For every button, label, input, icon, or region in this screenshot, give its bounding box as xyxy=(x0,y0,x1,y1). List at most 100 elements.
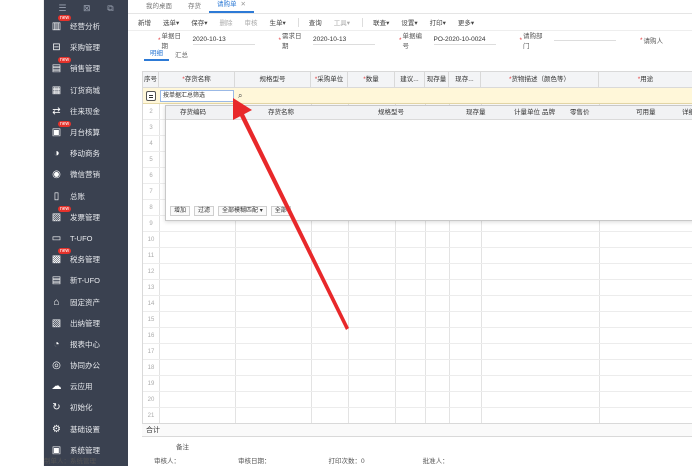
popup-header-cell[interactable]: 详细 xyxy=(682,106,692,120)
table-row-line xyxy=(143,391,692,392)
sidebar-item[interactable]: ▦ 订货商城 xyxy=(44,80,128,101)
toolbar-button[interactable]: 选单▾ xyxy=(163,17,179,27)
sidebar-item[interactable]: ▩ new 税务管理 xyxy=(44,248,128,270)
inventory-name-input[interactable]: 按单据汇总筛选 xyxy=(160,90,234,102)
toolbar-button[interactable]: 审核 xyxy=(245,17,258,27)
need-date-field[interactable]: * 需求日期 2020-10-13 xyxy=(279,30,375,50)
grid-header-cell[interactable]: *数量 xyxy=(348,72,395,88)
tab-summary[interactable]: 汇总 xyxy=(169,49,194,61)
toolbar-button[interactable]: 更多▾ xyxy=(458,17,474,27)
sidebar-item[interactable]: ▨ new 发票管理 xyxy=(44,205,128,228)
sidebar-item-label: 出纳管理 xyxy=(70,318,100,328)
grid-header-label: 用途 xyxy=(640,76,654,83)
popup-header-cell[interactable]: 品牌 xyxy=(542,106,555,120)
toolbar-button-label: 查询 xyxy=(308,20,322,27)
popup-header-cell[interactable]: 规格型号 xyxy=(378,106,404,120)
sidebar-item[interactable]: ⚙ 基础设置 xyxy=(44,419,128,440)
sidebar-item[interactable]: ◉ 微信营销 xyxy=(44,164,128,185)
toolbar-button[interactable]: 删除 xyxy=(220,17,233,27)
grid-header-cell[interactable]: *货物描述（颜色等） xyxy=(481,72,599,88)
new-badge: new xyxy=(58,57,72,64)
date-field[interactable]: * 单据日期 2020-10-13 xyxy=(158,30,255,50)
required-mark: * xyxy=(158,36,161,44)
dept-field[interactable]: * 请购部门 xyxy=(520,30,616,50)
row-editor-icon[interactable] xyxy=(146,91,156,101)
remark-label[interactable]: 备注 xyxy=(176,441,189,451)
row-number: 12 xyxy=(147,269,155,275)
sidebar-item[interactable]: ▣ new 月台核算 xyxy=(44,120,128,143)
row-number: 7 xyxy=(149,189,153,195)
tab-purchase-request[interactable]: 请购单 ✕ xyxy=(209,0,254,13)
sidebar-item[interactable]: ⌂ 固定资产 xyxy=(44,291,128,312)
toolbar-button[interactable]: 联查▾ xyxy=(373,17,389,27)
tab-detail[interactable]: 明细 xyxy=(144,47,169,61)
filter-button[interactable]: 过滤 xyxy=(194,206,215,216)
sidebar-item[interactable]: ◎ 协同办公 xyxy=(44,355,128,376)
sidebar-item[interactable]: ☁ 云应用 xyxy=(44,376,128,397)
sidebar-item[interactable]: ↻ 初始化 xyxy=(44,397,128,418)
grid-icon[interactable]: ⊠ xyxy=(83,3,91,14)
sidebar-top-bar: ☰ ⊠ ⧉ xyxy=(44,0,128,16)
popup-header-cell[interactable]: 存货编码 xyxy=(180,106,206,120)
grid-header-label: 现存量 xyxy=(426,76,447,83)
popup-header-cell[interactable]: 零售价 xyxy=(570,106,590,120)
chevron-down-icon: ▾ xyxy=(259,208,263,214)
toolbar-button-label: 打印 xyxy=(429,20,443,27)
detail-tabs: 明细 汇总 xyxy=(128,49,692,61)
page-tabs: 我的桌面 存货 请购单 ✕ xyxy=(128,0,692,14)
popup-header-cell[interactable]: 可用量 xyxy=(636,106,656,120)
grid-header-cell[interactable]: 现存量 xyxy=(425,72,449,88)
sidebar-item[interactable]: ▤ new 销售管理 xyxy=(44,57,128,79)
menu-icon[interactable]: ☰ xyxy=(58,3,66,14)
table-row-editing[interactable]: 按单据汇总筛选 ⌕ xyxy=(143,88,692,104)
dept-value[interactable] xyxy=(554,39,616,41)
sidebar-item[interactable]: ▭ T-UFO xyxy=(44,228,128,249)
sales-icon: ▤ xyxy=(51,63,62,75)
grid-header-cell[interactable]: 序号 xyxy=(143,72,159,88)
toolbar-button[interactable]: 查询 xyxy=(309,17,322,27)
sidebar-item[interactable]: ▯ 总账 xyxy=(44,186,128,207)
date-value[interactable]: 2020-10-13 xyxy=(192,36,255,45)
table-row-line xyxy=(143,407,692,408)
tab-label: 请购单 xyxy=(217,1,237,8)
grid-header-cell[interactable]: 现存... xyxy=(449,72,481,88)
toolbar-button[interactable]: 生单▾ xyxy=(270,17,286,27)
match-mode-select[interactable]: 全部模糊匹配 ▾ xyxy=(218,206,267,216)
sidebar-item[interactable]: ⇄ 往来现金 xyxy=(44,101,128,122)
toolbar-button[interactable]: 保存▾ xyxy=(191,17,207,27)
doc-no-field[interactable]: * 单据编号 PO-2020-10-0024 xyxy=(399,30,496,50)
sidebar-item[interactable]: ▧ 出纳管理 xyxy=(44,313,128,334)
need-date-value[interactable]: 2020-10-13 xyxy=(313,36,375,45)
grid-header-cell[interactable]: 建议... xyxy=(395,72,425,88)
popup-header-cell[interactable]: 计量单位 xyxy=(514,106,540,120)
collab-icon: ◎ xyxy=(52,360,61,372)
sidebar-item[interactable]: ▥ new 经营分析 xyxy=(44,15,128,37)
grid-header-cell[interactable]: 规格型号 xyxy=(235,72,311,88)
sidebar-item[interactable]: ◔ 报表中心 xyxy=(44,334,128,355)
popup-header-cell[interactable]: 存货名称 xyxy=(268,106,294,120)
mall-icon: ▦ xyxy=(51,84,62,96)
all-button[interactable]: 全部 xyxy=(270,206,291,216)
window-icon[interactable]: ⧉ xyxy=(107,3,113,14)
toolbar-button[interactable]: 设置▾ xyxy=(401,17,417,27)
add-button[interactable]: 增加 xyxy=(170,206,191,216)
sidebar-item[interactable]: ⊟ 采购管理 xyxy=(44,37,128,58)
grid-header-cell[interactable]: *存货名称 xyxy=(159,72,235,88)
table-row-line xyxy=(143,343,692,344)
person-field[interactable]: * 请购人 xyxy=(640,35,668,46)
toolbar-button[interactable]: 新增 xyxy=(138,17,151,27)
tab-desktop[interactable]: 我的桌面 xyxy=(138,0,180,13)
wechat-icon: ◉ xyxy=(52,169,61,181)
sidebar-item[interactable]: ◑ 移动商务 xyxy=(44,143,128,164)
toolbar-button[interactable]: 工具▾ xyxy=(334,17,350,27)
table-row-line xyxy=(143,295,692,296)
toolbar-button[interactable]: 打印▾ xyxy=(430,17,446,27)
tab-inventory[interactable]: 存货 xyxy=(180,0,209,13)
grid-header-cell[interactable]: *用途 xyxy=(599,72,692,88)
popup-header-cell[interactable]: 现存量 xyxy=(466,106,486,120)
grid-header-cell[interactable]: *采购单位 xyxy=(311,72,348,88)
sidebar-item[interactable]: ▤ 新T-UFO xyxy=(44,270,128,291)
search-icon[interactable]: ⌕ xyxy=(238,90,248,102)
close-icon[interactable]: ✕ xyxy=(241,1,246,8)
doc-no-value[interactable]: PO-2020-10-0024 xyxy=(433,36,496,45)
